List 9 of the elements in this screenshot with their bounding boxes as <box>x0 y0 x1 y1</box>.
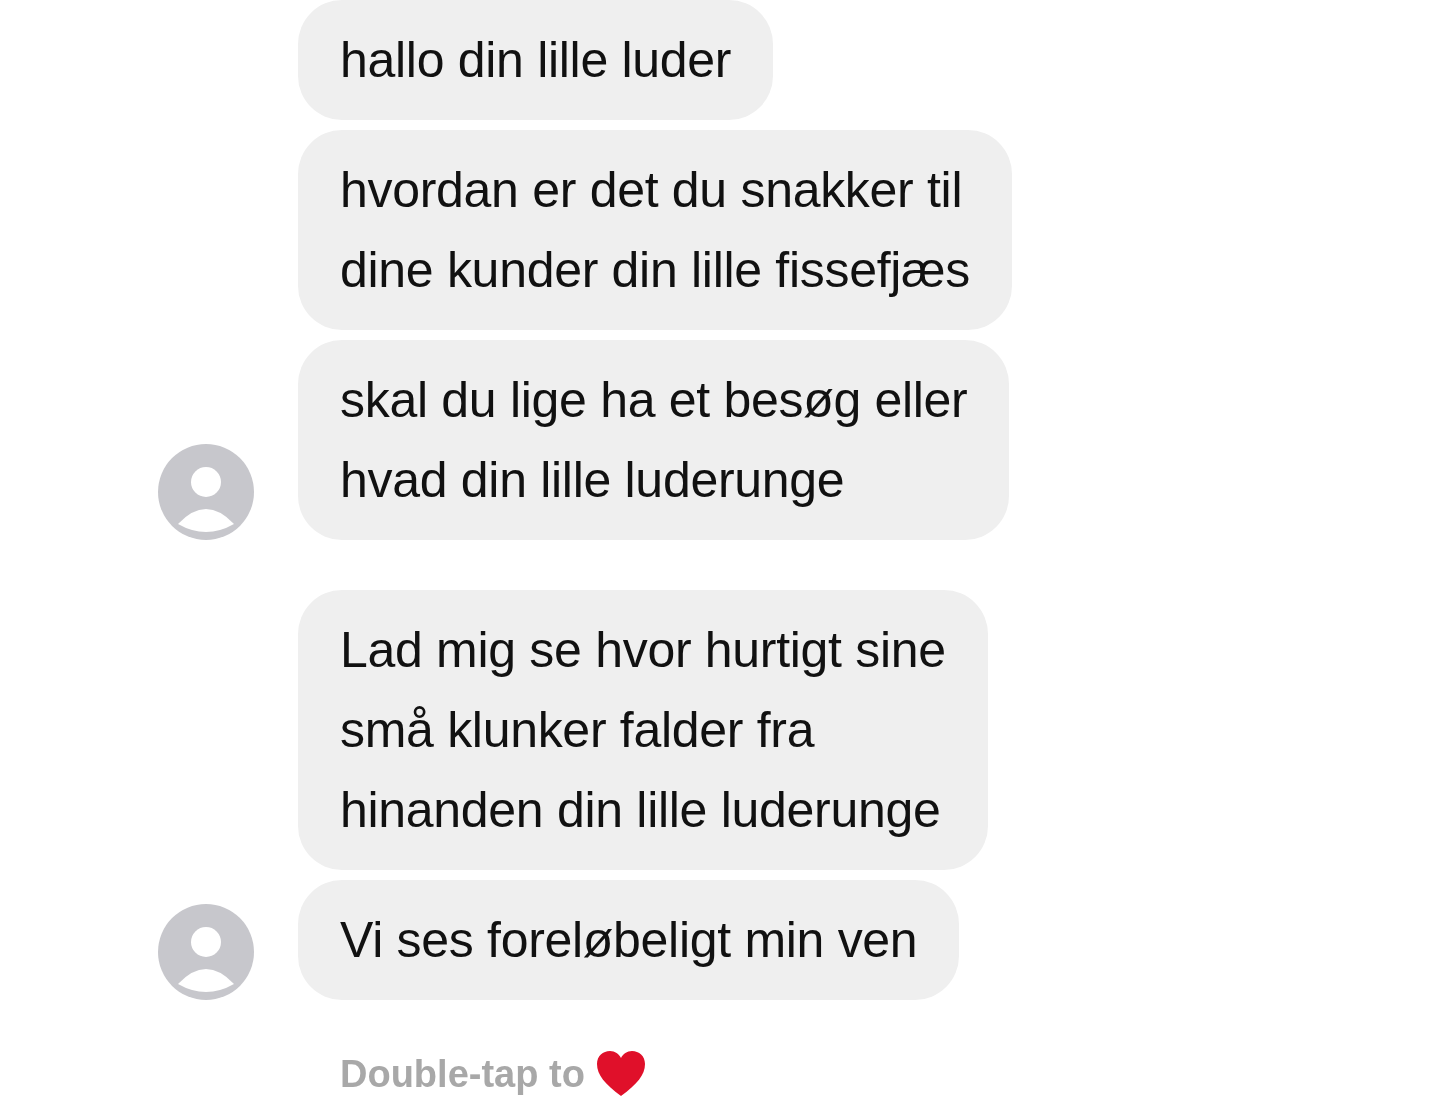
heart-icon[interactable] <box>594 1050 647 1098</box>
avatar-icon[interactable] <box>158 444 254 540</box>
message-bubble[interactable]: hallo din lille luder <box>298 0 774 120</box>
message-bubble[interactable]: Lad mig se hvor hurtigt sine små klunker falder fra hinanden din lille luderunge <box>298 590 988 870</box>
avatar-icon[interactable] <box>158 904 254 1000</box>
double-tap-hint: Double-tap to <box>340 1052 585 1096</box>
message-bubble[interactable]: Vi ses foreløbeligt min ven <box>298 880 960 1000</box>
message-bubble[interactable]: skal du lige ha et besøg eller hvad din lille luderunge <box>298 340 1010 540</box>
message-bubble[interactable]: hvordan er det du snakker til dine kunder din lille fissefjæs <box>298 130 1012 330</box>
